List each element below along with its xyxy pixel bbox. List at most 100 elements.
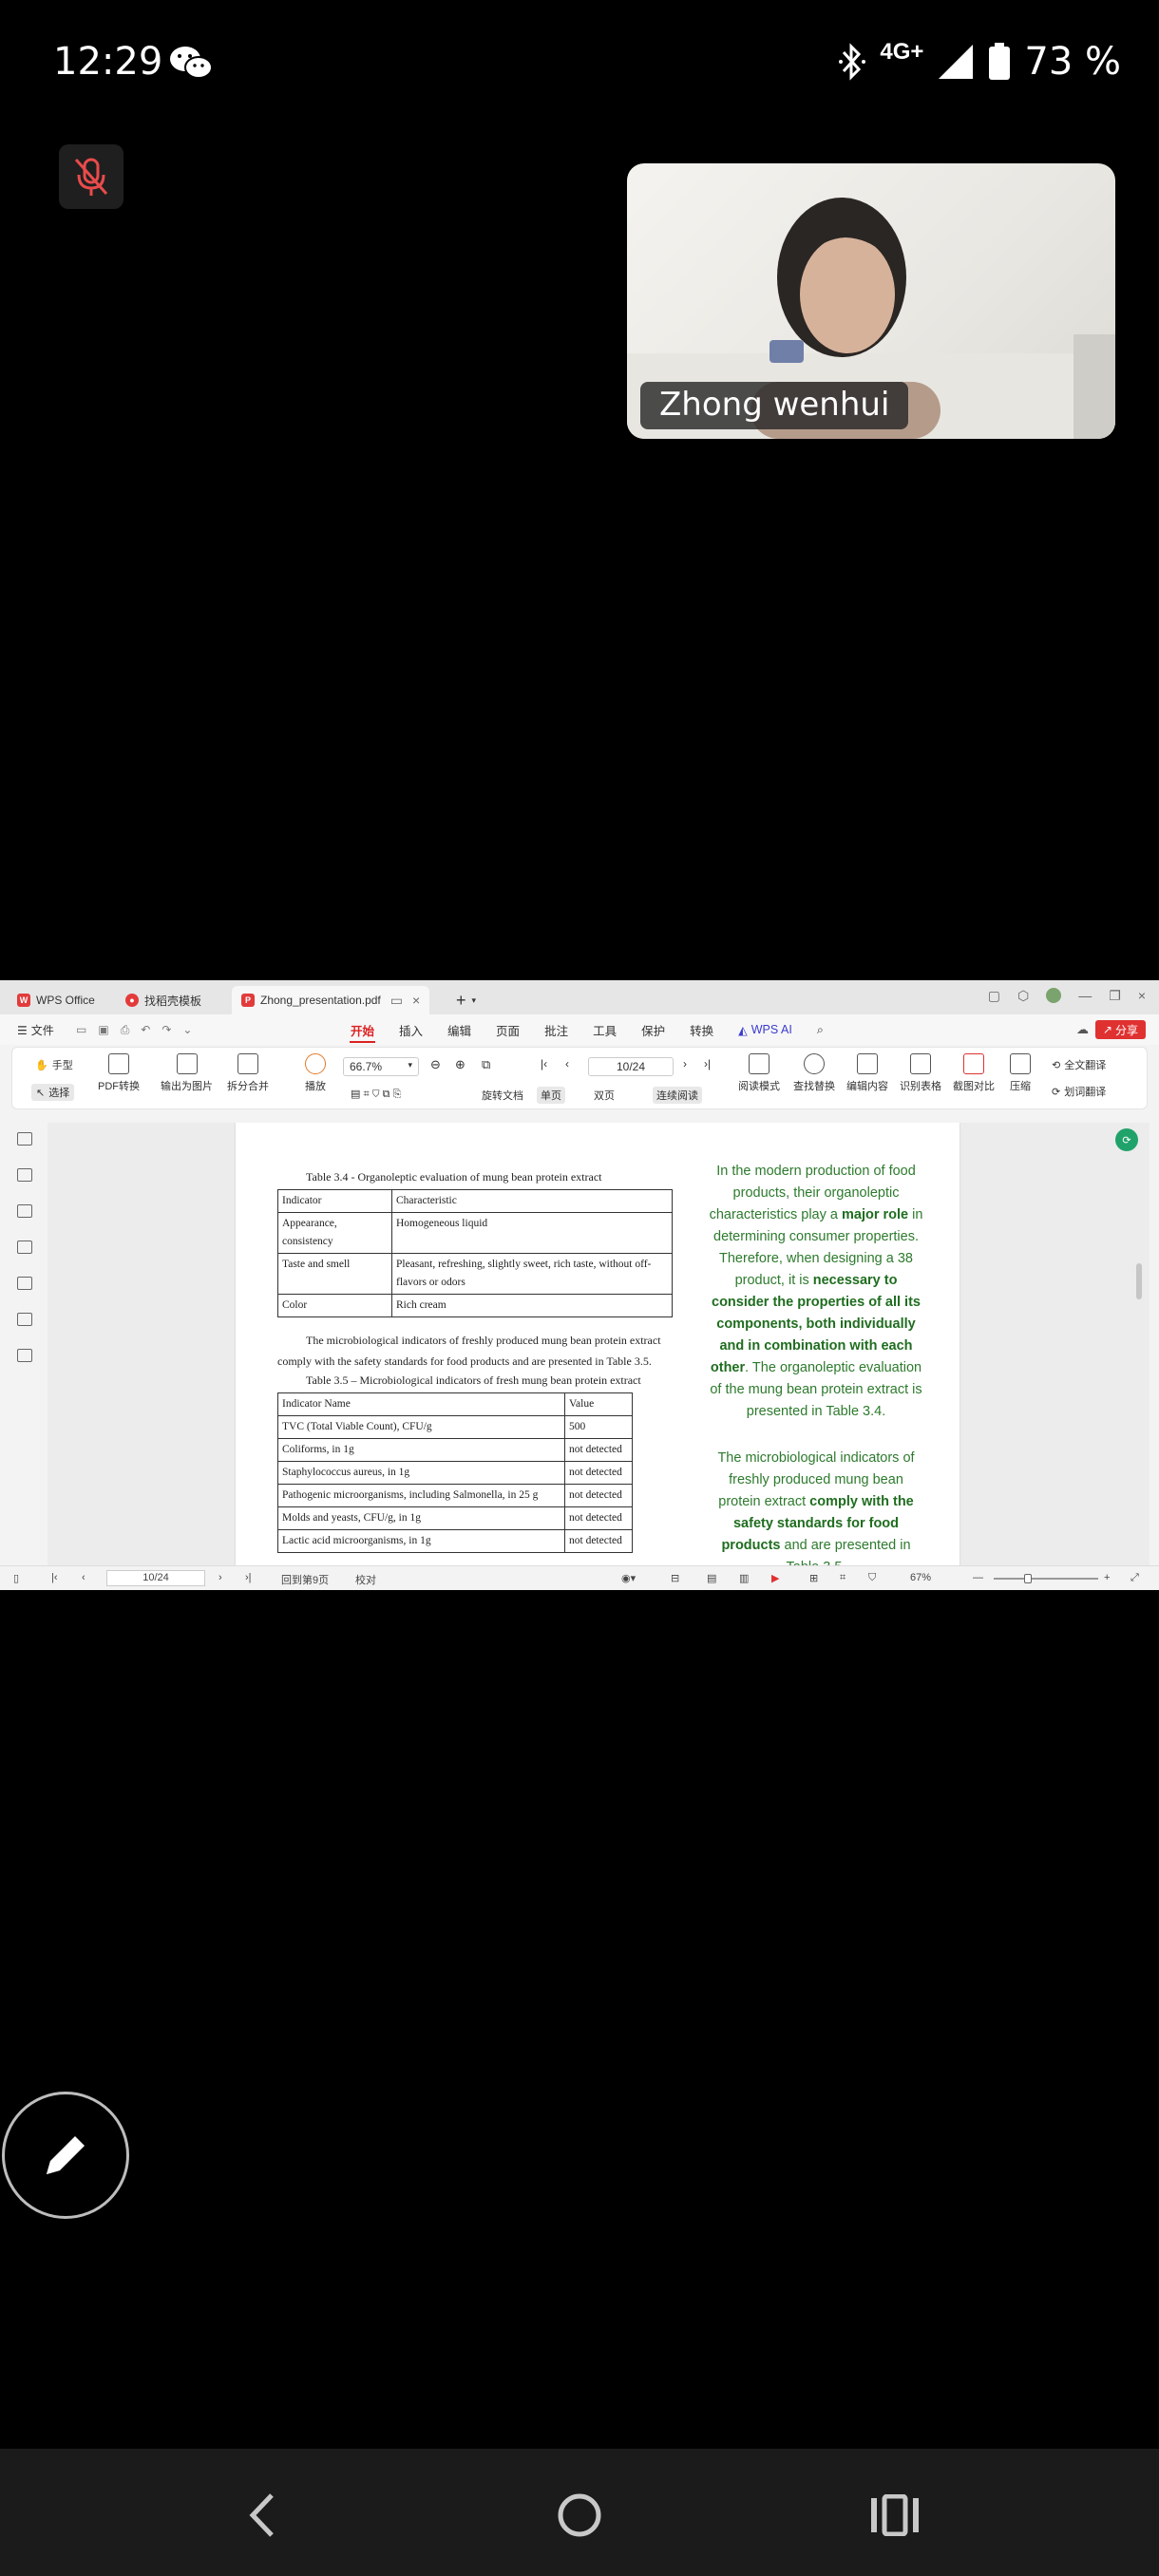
tab-edit[interactable]: 编辑 [435,1014,484,1045]
template-icon: ● [125,994,139,1007]
double-page-icon[interactable]: ▥ [739,1572,749,1584]
chevron-down-icon[interactable]: ⌄ [182,1023,192,1037]
last-page-icon[interactable]: ›| [245,1572,252,1583]
tab-wps-ai-label: WPS AI [750,1023,792,1036]
restore-icon[interactable]: ❐ [1109,988,1121,1004]
thumbnail-icon[interactable] [17,1204,32,1218]
layers-icon[interactable] [17,1349,32,1362]
tab-annotate[interactable]: 批注 [532,1014,580,1045]
continuous-read-button[interactable]: 连续阅读 [653,1087,702,1104]
zoom-out-icon[interactable]: ⊖ [430,1057,441,1072]
tab-tools[interactable]: 工具 [580,1014,629,1045]
sidebar-toggle-icon[interactable]: ▯ [13,1572,19,1584]
attachment-icon[interactable] [17,1277,32,1290]
zoom-slider-handle[interactable] [1024,1574,1032,1583]
window-controls: ▢ ⬡ — ❐ × [988,988,1146,1004]
single-page-button[interactable]: 单页 [537,1087,565,1104]
proofread-button[interactable]: 校对 [355,1572,376,1587]
bookmark-icon[interactable] [17,1168,32,1182]
mute-button[interactable] [59,144,124,209]
zoom-in-icon[interactable]: + [1104,1572,1110,1583]
tab-pdf-document[interactable]: P Zhong_presentation.pdf ▭ × [232,986,430,1014]
compare-icon [963,1053,984,1074]
quick-access: ▭ ▣ ⎙ ↶ ↷ ⌄ [76,1023,192,1037]
redo-icon[interactable]: ↷ [162,1023,171,1037]
prev-page-icon[interactable]: ‹ [565,1057,569,1070]
zoom-in-icon[interactable]: ⊕ [455,1057,466,1072]
tab-convert[interactable]: 转换 [677,1014,726,1045]
tab-page[interactable]: 页面 [484,1014,532,1045]
signature-icon[interactable] [17,1313,32,1326]
undo-icon[interactable]: ↶ [141,1023,150,1037]
vertical-scrollbar[interactable] [1136,1263,1142,1299]
window-icon[interactable]: ▢ [988,988,1000,1004]
body-paragraph: The microbiological indicators of freshl… [277,1334,661,1368]
view-icons[interactable]: ▤ ⌗ ⛉ ⧉ ⎘ [351,1088,401,1101]
recents-button[interactable] [857,2477,933,2553]
pdf-page: Table 3.4 - Organoleptic evaluation of m… [236,1123,960,1579]
hand-tool[interactable]: ✋ 手型 [35,1057,73,1072]
new-tab-button[interactable]: + ▾ [446,986,485,1014]
minimize-icon[interactable]: — [1078,988,1092,1004]
folder-icon[interactable]: ▭ [76,1023,86,1037]
rotate-button[interactable]: 旋转文档 [482,1088,523,1103]
eye-icon[interactable]: ◉▾ [621,1572,636,1584]
next-page-icon[interactable]: › [218,1572,222,1583]
status-page-input[interactable]: 10/24 [106,1570,205,1586]
document-viewport[interactable]: Table 3.4 - Organoleptic evaluation of m… [48,1123,1150,1590]
table-cell: Molds and yeasts, CFU/g, in 1g [277,1506,565,1530]
last-page-icon[interactable]: ›| [704,1057,711,1070]
tab-insert[interactable]: 插入 [387,1014,435,1045]
next-page-icon[interactable]: › [683,1057,687,1070]
comment-icon[interactable] [17,1241,32,1254]
tab-wps-office[interactable]: W WPS Office [8,986,104,1014]
tab-wps-ai[interactable]: ◭ WPS AI [726,1014,805,1045]
cube-icon[interactable]: ⬡ [1017,988,1029,1004]
table-3-4-caption: Table 3.4 - Organoleptic evaluation of m… [306,1170,602,1184]
chevron-down-icon: ▾ [471,994,477,1005]
page-input[interactable]: 10/24 [588,1057,674,1076]
file-menu[interactable]: ☰ 文件 [17,1022,54,1038]
zoom-select[interactable]: 66.7% ▾ [343,1057,419,1076]
back-button[interactable] [224,2477,300,2553]
prev-page-icon[interactable]: ‹ [82,1572,86,1583]
tab-templates[interactable]: ● 找稻壳模板 [116,986,211,1014]
participant-video[interactable]: Zhong wenhui [627,163,1115,439]
screen-icon[interactable]: ▭ [390,993,403,1009]
first-page-icon[interactable]: |‹ [51,1572,58,1583]
full-translate-button[interactable]: ⟲ 全文翻译 [1052,1057,1106,1072]
search-icon[interactable]: ⌕ [805,1014,836,1045]
back-to-page-link[interactable]: 回到第9页 [281,1572,329,1587]
fit-icon[interactable]: ⧉ [482,1057,490,1072]
close-window-icon[interactable]: × [1138,988,1146,1004]
save-icon[interactable]: ▣ [98,1023,108,1037]
ai-assistant-icon[interactable]: ⟳ [1115,1128,1138,1151]
cloud-icon[interactable]: ☁ [1076,1022,1089,1037]
status-zoom[interactable]: 67% [910,1572,931,1583]
bluetooth-icon [839,43,866,81]
crop-icon[interactable]: ⌗ [840,1572,846,1584]
home-button[interactable] [542,2477,618,2553]
outline-icon[interactable] [17,1132,32,1146]
zoom-slider[interactable] [994,1578,1098,1580]
avatar[interactable] [1046,988,1062,1003]
double-page-button[interactable]: 双页 [594,1088,615,1103]
table-cell: Indicator [277,1189,392,1213]
fullscreen-view-icon[interactable]: ⊞ [809,1572,818,1584]
print-icon[interactable]: ⎙ [121,1023,130,1037]
search-icon [804,1053,825,1074]
first-page-icon[interactable]: |‹ [541,1057,547,1070]
annotate-button[interactable] [2,2092,129,2219]
play-icon[interactable]: ▶ [771,1572,779,1584]
fit-width-icon[interactable]: ⊟ [671,1572,679,1584]
close-icon[interactable]: × [412,993,420,1008]
fullscreen-icon[interactable]: ⤢ [1130,1572,1139,1584]
plus-icon: + [456,990,466,1010]
share-button[interactable]: ↗ 分享 [1094,1020,1146,1039]
bookmark-icon[interactable]: ⛉ [868,1572,876,1584]
tab-home[interactable]: 开始 [338,1014,387,1045]
single-page-icon[interactable]: ▤ [707,1572,716,1584]
tab-protect[interactable]: 保护 [629,1014,677,1045]
app-tabbar: W WPS Office ● 找稻壳模板 P Zhong_presentatio… [0,980,1159,1014]
zoom-out-icon[interactable]: — [973,1572,983,1583]
